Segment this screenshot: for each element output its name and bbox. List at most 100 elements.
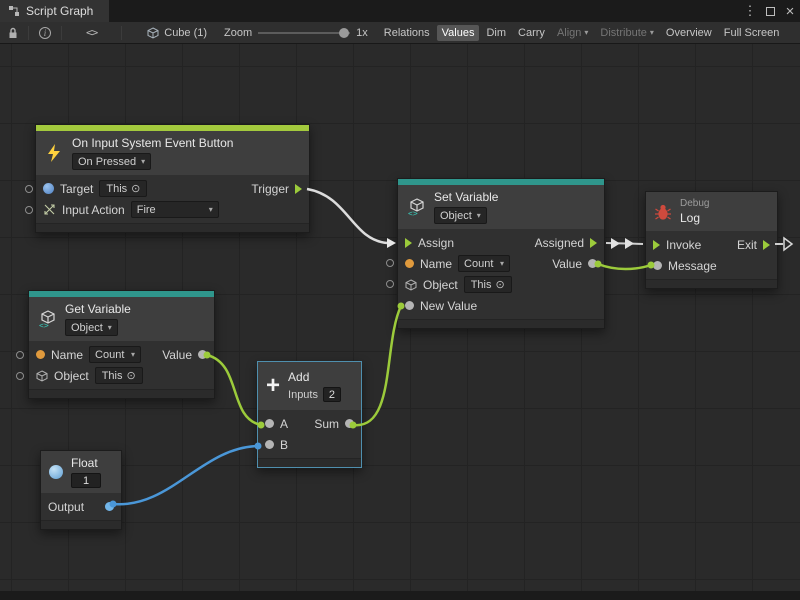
b-row: B [258, 434, 361, 455]
overview-button[interactable]: Overview [661, 25, 717, 41]
window-close-button[interactable]: × [780, 0, 800, 22]
titlebar-spacer [109, 0, 740, 22]
a-input-port[interactable] [265, 419, 274, 428]
node-footer [41, 520, 121, 529]
object-this-chip[interactable]: This ⊙ [95, 367, 143, 384]
node-title: Log [680, 211, 709, 225]
value-output-port[interactable] [198, 350, 207, 359]
cube-icon [147, 27, 159, 39]
node-get-variable[interactable]: <> Get Variable Object ▾ Name Count ▾ Va… [28, 290, 215, 399]
zoom-label: Zoom [224, 27, 252, 39]
variable-name-dropdown[interactable]: Count ▾ [458, 255, 510, 272]
lightning-bolt-icon [44, 143, 64, 163]
message-label: Message [668, 259, 717, 273]
assigned-output-port[interactable] [590, 238, 597, 248]
b-label: B [280, 438, 288, 452]
inspect-button[interactable]: i [36, 24, 54, 42]
node-set-variable[interactable]: <> Set Variable Object ▾ Assign Assigned… [397, 178, 605, 329]
target-this-chip[interactable]: This ⊙ [99, 180, 147, 197]
value-output-port[interactable] [588, 259, 597, 268]
wire-getvalue-a [207, 355, 261, 425]
chevron-down-icon: ▾ [108, 323, 112, 332]
invoke-input-port[interactable] [653, 240, 660, 250]
object-row: Object This ⊙ [398, 274, 604, 295]
float-value-field[interactable]: 1 [71, 473, 101, 488]
on-pressed-dropdown[interactable]: On Pressed ▾ [72, 153, 151, 170]
node-header[interactable]: Float 1 [41, 451, 121, 493]
variable-kind-dropdown[interactable]: Object ▾ [65, 319, 118, 336]
node-header[interactable]: On Input System Event Button On Pressed … [36, 131, 309, 175]
output-port[interactable] [105, 502, 114, 511]
node-add[interactable]: + Add Inputs 2 A Sum B [257, 361, 362, 468]
input-action-label: Input Action [62, 203, 125, 217]
edit-code-button[interactable]: <> [83, 24, 100, 42]
cube-icon [36, 370, 48, 382]
node-header[interactable]: <> Get Variable Object ▾ [29, 297, 214, 341]
bug-icon [654, 203, 672, 221]
toolbar-divider [121, 26, 122, 40]
target-outer-port[interactable] [25, 185, 33, 193]
zoom-slider[interactable] [258, 32, 350, 34]
node-footer [29, 389, 214, 398]
exit-output-port[interactable] [763, 240, 770, 250]
carry-button[interactable]: Carry [513, 25, 550, 41]
zoom-value: 1x [356, 27, 368, 39]
get-name-outer-port[interactable] [16, 351, 24, 359]
variable-name-dropdown[interactable]: Count ▾ [89, 346, 141, 363]
sum-output-port[interactable] [345, 419, 354, 428]
input-action-dropdown[interactable]: Fire ▾ [131, 201, 219, 218]
message-input-port[interactable] [653, 261, 662, 270]
name-input-port[interactable] [405, 259, 414, 268]
sum-label: Sum [314, 417, 339, 431]
script-graph-icon [8, 5, 20, 17]
wire-arrowhead-icon [625, 238, 634, 249]
variable-cube-icon: <> [37, 309, 57, 329]
graph-target[interactable]: Cube (1) [147, 27, 207, 39]
node-header[interactable]: Debug Log [646, 192, 777, 231]
align-button[interactable]: Align ▾ [552, 25, 593, 41]
tab-script-graph[interactable]: Script Graph [0, 0, 109, 22]
input-action-outer-port[interactable] [25, 206, 33, 214]
node-debug-log[interactable]: Debug Log Invoke Exit Message [645, 191, 778, 289]
full-screen-button[interactable]: Full Screen [719, 25, 785, 41]
values-button[interactable]: Values [437, 25, 480, 41]
new-value-input-port[interactable] [405, 301, 414, 310]
target-label: Target [60, 182, 93, 196]
graph-canvas[interactable]: On Input System Event Button On Pressed … [0, 44, 800, 600]
wire-continuation-arrow-icon [784, 238, 792, 250]
set-name-outer-port[interactable] [386, 259, 394, 267]
node-header[interactable]: + Add Inputs 2 [258, 362, 361, 410]
trigger-output-port[interactable] [295, 184, 302, 194]
window-menu-button[interactable]: ⋮ [740, 0, 760, 22]
relations-button[interactable]: Relations [379, 25, 435, 41]
get-object-outer-port[interactable] [16, 372, 24, 380]
inputs-count-field[interactable]: 2 [323, 387, 341, 402]
chevron-down-icon: ▾ [141, 157, 145, 166]
assign-input-port[interactable] [405, 238, 412, 248]
set-object-outer-port[interactable] [386, 280, 394, 288]
zoom-slider-handle[interactable] [339, 28, 349, 38]
b-input-port[interactable] [265, 440, 274, 449]
object-this-chip[interactable]: This ⊙ [464, 276, 512, 293]
node-float-literal[interactable]: Float 1 Output [40, 450, 122, 530]
node-footer [258, 458, 361, 467]
info-icon: i [39, 27, 51, 39]
a-sum-row: A Sum [258, 413, 361, 434]
distribute-button[interactable]: Distribute ▾ [595, 25, 658, 41]
code-icon: <> [86, 26, 97, 39]
node-footer [398, 319, 604, 328]
wire-trigger-assign [307, 189, 387, 243]
object-label: Object [54, 369, 89, 383]
node-on-input-system-event-button[interactable]: On Input System Event Button On Pressed … [35, 124, 310, 233]
dim-button[interactable]: Dim [481, 25, 511, 41]
variable-kind-dropdown[interactable]: Object ▾ [434, 207, 487, 224]
assign-label: Assign [418, 236, 454, 250]
node-title: Set Variable [434, 190, 498, 204]
window-maximize-button[interactable] [760, 0, 780, 22]
node-header[interactable]: <> Set Variable Object ▾ [398, 185, 604, 229]
lock-button[interactable] [5, 24, 21, 42]
zoom-control: Zoom 1x [224, 27, 368, 39]
name-input-port[interactable] [36, 350, 45, 359]
invoke-label: Invoke [666, 238, 701, 252]
graph-toolbar: i <> Cube (1) Zoom 1x Relations Values D… [0, 22, 800, 44]
